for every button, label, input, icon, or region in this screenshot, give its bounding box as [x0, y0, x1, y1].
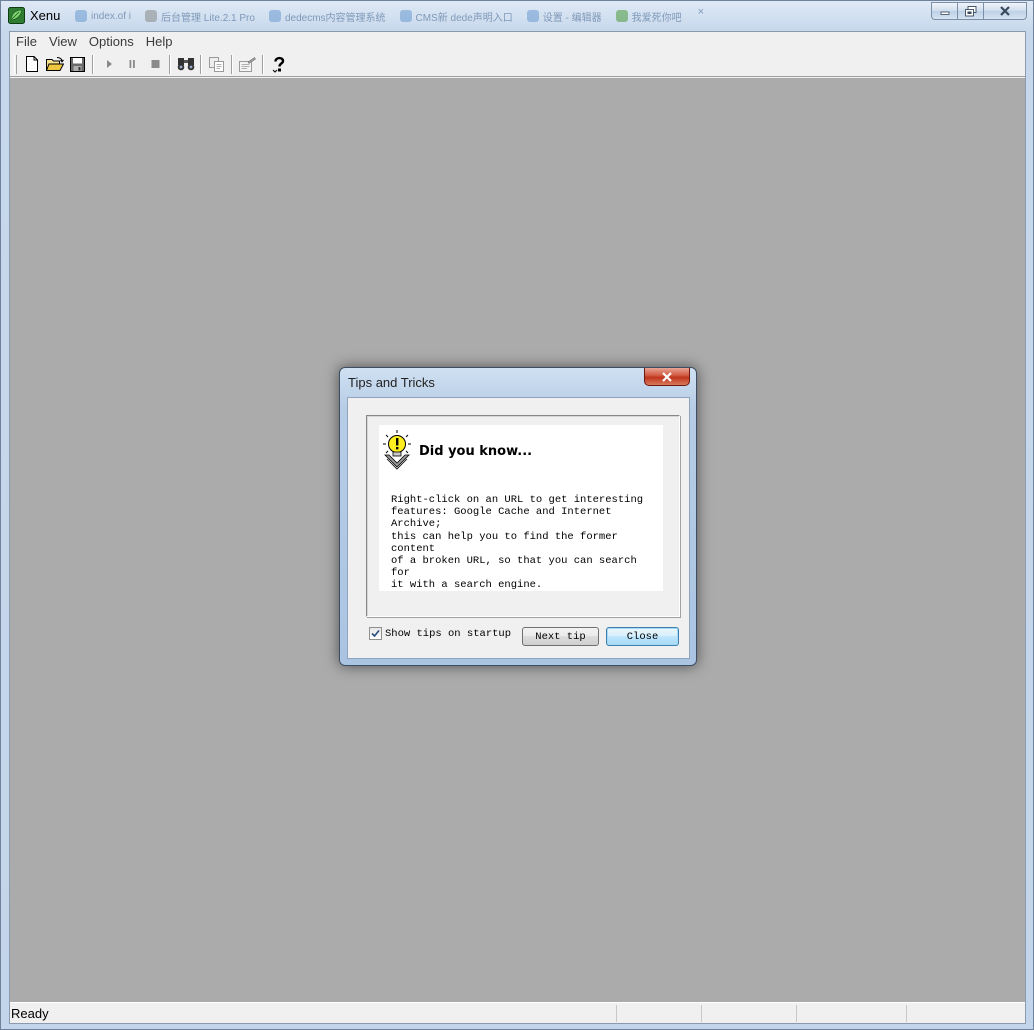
- xenu-window: Xenu index.of i 后台管理 Lite.2.1 Pro dedecm…: [0, 0, 1034, 1030]
- title-bar[interactable]: Xenu index.of i 后台管理 Lite.2.1 Pro dedecm…: [1, 1, 1033, 31]
- background-tab-label: 我爱死你吧: [631, 12, 682, 24]
- background-tab-label: index.of i: [91, 10, 132, 22]
- new-document-icon: [25, 56, 38, 72]
- close-button[interactable]: Close: [606, 627, 679, 646]
- light-bulb-icon: [383, 430, 411, 470]
- tips-dialog: Tips and Tricks Did you know... Right-cl…: [339, 367, 697, 666]
- copy-button[interactable]: [205, 53, 228, 75]
- start-button[interactable]: [97, 53, 120, 75]
- tip-panel: Did you know... Right-click on an URL to…: [379, 425, 663, 591]
- background-tab: dedecms内容管理系统: [265, 6, 390, 26]
- page-icon: [526, 10, 539, 22]
- tip-heading: Did you know...: [419, 444, 533, 459]
- new-document-button[interactable]: [20, 53, 43, 75]
- window-controls: [931, 2, 1027, 20]
- find-binoculars-icon: [177, 58, 194, 71]
- toolbar-grip[interactable]: [14, 54, 17, 74]
- stop-button[interactable]: [143, 53, 166, 75]
- close-icon: [1000, 6, 1010, 16]
- background-tab-label: 后台管理 Lite.2.1 Pro: [161, 12, 255, 24]
- status-text: Ready: [10, 1004, 617, 1022]
- help-icon: [272, 56, 284, 73]
- toolbar-separator: [231, 54, 233, 74]
- background-tab: CMS新 dede声明入口: [396, 6, 517, 26]
- background-tab: 设置 - 编辑器: [523, 6, 606, 26]
- leaf-icon: [615, 10, 628, 22]
- page-icon: [145, 10, 158, 22]
- save-icon: [70, 56, 85, 72]
- menu-bar: File View Options Help: [10, 32, 1025, 51]
- close-icon: [662, 371, 672, 382]
- status-pane: [907, 1005, 1007, 1022]
- open-button[interactable]: [43, 53, 66, 75]
- globe-icon: [268, 10, 281, 22]
- toolbar-separator: [262, 54, 264, 74]
- tip-text: Right-click on an URL to get interesting…: [391, 494, 644, 592]
- toolbar: [10, 52, 1025, 77]
- play-icon: [106, 60, 112, 68]
- toolbar-separator: [92, 54, 94, 74]
- window-title: Xenu: [30, 8, 61, 23]
- globe-icon: [399, 10, 412, 22]
- status-pane: [797, 1004, 907, 1022]
- save-button[interactable]: [66, 53, 89, 75]
- globe-icon: [75, 10, 87, 22]
- menu-options[interactable]: Options: [83, 32, 140, 51]
- background-tab: 后台管理 Lite.2.1 Pro: [141, 6, 259, 26]
- properties-icon: [239, 56, 256, 72]
- find-button[interactable]: [174, 53, 197, 75]
- help-button[interactable]: [267, 53, 290, 75]
- dialog-body: Did you know... Right-click on an URL to…: [347, 397, 690, 659]
- pause-icon: [129, 60, 135, 68]
- show-tips-label[interactable]: Show tips on startup: [385, 628, 511, 640]
- menu-view[interactable]: View: [43, 32, 83, 51]
- copy-icon: [208, 56, 224, 72]
- show-tips-checkbox[interactable]: [369, 627, 382, 640]
- dialog-title: Tips and Tricks: [348, 375, 435, 390]
- window-close-button[interactable]: [983, 2, 1027, 20]
- background-tab: 我爱死你吧: [612, 6, 686, 26]
- status-bar: Ready: [10, 1002, 1025, 1023]
- background-tab-label: CMS新 dede声明入口: [415, 12, 513, 24]
- minimize-button[interactable]: [931, 2, 958, 20]
- background-tab: index.of i: [71, 6, 135, 26]
- background-tab-label: 设置 - 编辑器: [542, 12, 602, 24]
- pause-button[interactable]: [120, 53, 143, 75]
- tab-close-icon: ×: [697, 6, 705, 18]
- restore-button[interactable]: [957, 2, 984, 20]
- status-pane: [617, 1004, 702, 1022]
- background-browser-tabs: index.of i 后台管理 Lite.2.1 Pro dedecms内容管理…: [71, 6, 811, 28]
- checkmark-icon: [371, 629, 380, 638]
- status-pane: [702, 1004, 797, 1022]
- background-tab-label: dedecms内容管理系统: [284, 12, 386, 24]
- open-folder-icon: [45, 56, 64, 71]
- tip-frame: Did you know... Right-click on an URL to…: [366, 415, 680, 617]
- show-tips-row[interactable]: Show tips on startup: [369, 627, 511, 640]
- toolbar-separator: [169, 54, 171, 74]
- xenu-app-icon: [8, 7, 25, 24]
- properties-button[interactable]: [236, 53, 259, 75]
- menu-file[interactable]: File: [10, 32, 43, 51]
- toolbar-separator: [200, 54, 202, 74]
- next-tip-button[interactable]: Next tip: [522, 627, 599, 646]
- restore-icon: [964, 5, 976, 16]
- menu-help[interactable]: Help: [140, 32, 179, 51]
- dialog-close-button[interactable]: [644, 368, 690, 386]
- stop-icon: [151, 60, 159, 68]
- minimize-icon: [940, 11, 949, 15]
